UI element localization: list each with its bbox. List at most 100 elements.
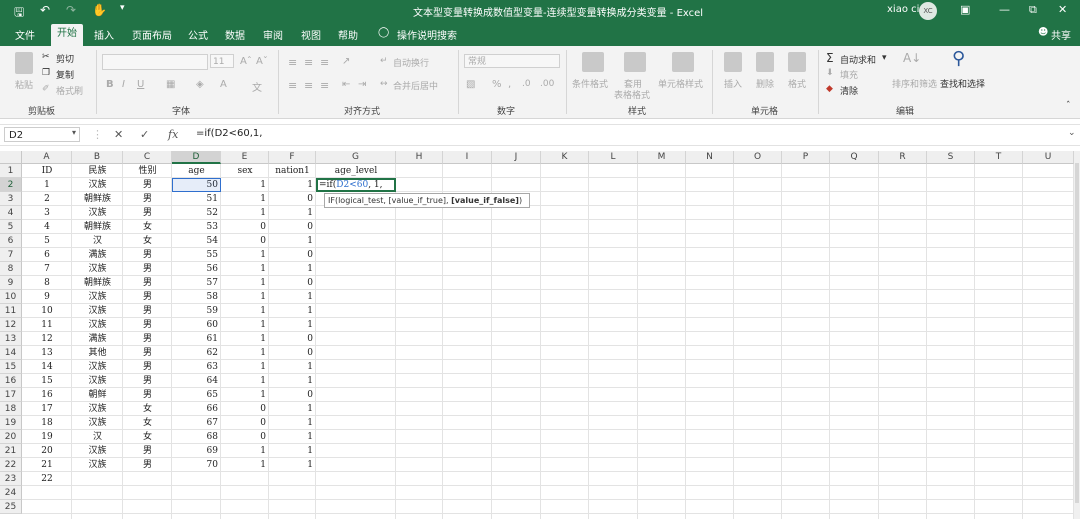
fill-icon[interactable]: ⬇ <box>826 68 834 78</box>
column-header-f[interactable]: F <box>269 151 316 164</box>
cell-c17[interactable]: 男 <box>123 388 172 402</box>
cell-d13[interactable]: 61 <box>172 332 221 346</box>
row-header[interactable]: 5 <box>0 220 22 234</box>
cell-e16[interactable]: 1 <box>221 374 269 388</box>
cell-f4[interactable]: 1 <box>269 206 316 220</box>
italic-icon[interactable]: I <box>122 79 125 90</box>
tab-help[interactable]: 帮助 <box>338 27 358 42</box>
cell-b6[interactable]: 汉 <box>72 234 123 248</box>
column-header-t[interactable]: T <box>975 151 1023 164</box>
font-name-select[interactable] <box>102 54 208 70</box>
column-header-m[interactable]: M <box>638 151 686 164</box>
cell-d21[interactable]: 69 <box>172 444 221 458</box>
cell-a15[interactable]: 14 <box>22 360 72 374</box>
column-header-j[interactable]: J <box>492 151 541 164</box>
tab-data[interactable]: 数据 <box>225 27 245 42</box>
merge-center-button[interactable]: 合并后居中 <box>393 79 438 92</box>
cell-c10[interactable]: 男 <box>123 290 172 304</box>
cell-b18[interactable]: 汉族 <box>72 402 123 416</box>
cell-f14[interactable]: 0 <box>269 346 316 360</box>
search-icon[interactable]: ⚲ <box>952 48 965 69</box>
cell-d15[interactable]: 63 <box>172 360 221 374</box>
cell-b2[interactable]: 汉族 <box>72 178 123 192</box>
find-select-button[interactable]: 查找和选择 <box>940 77 985 90</box>
cell-d20[interactable]: 68 <box>172 430 221 444</box>
enter-formula-icon[interactable]: ✓ <box>140 128 149 141</box>
delete-cells-icon[interactable] <box>756 52 774 72</box>
cell-a20[interactable]: 19 <box>22 430 72 444</box>
cell-e17[interactable]: 1 <box>221 388 269 402</box>
cell-d16[interactable]: 64 <box>172 374 221 388</box>
align-bottom-icon[interactable]: ≡ <box>320 56 329 69</box>
align-left-icon[interactable]: ≡ <box>288 79 297 92</box>
align-center-icon[interactable]: ≡ <box>304 79 313 92</box>
number-format-select[interactable]: 常规 <box>464 54 560 68</box>
outdent-icon[interactable]: ⇥ <box>358 79 366 90</box>
cell-c15[interactable]: 男 <box>123 360 172 374</box>
comma-icon[interactable]: , <box>508 79 511 90</box>
format-as-table-icon[interactable] <box>624 52 646 72</box>
minimize-icon[interactable]: — <box>999 3 1010 16</box>
cell-c11[interactable]: 男 <box>123 304 172 318</box>
cell-d19[interactable]: 67 <box>172 416 221 430</box>
cell-f15[interactable]: 1 <box>269 360 316 374</box>
column-header-l[interactable]: L <box>589 151 638 164</box>
shrink-font-icon[interactable]: Aˇ <box>256 56 268 67</box>
cell-c6[interactable]: 女 <box>123 234 172 248</box>
cell-f6[interactable]: 1 <box>269 234 316 248</box>
tab-view[interactable]: 视图 <box>301 27 321 42</box>
copy-icon[interactable]: ❐ <box>42 68 50 78</box>
cell-d4[interactable]: 52 <box>172 206 221 220</box>
cell-f2[interactable]: 1 <box>269 178 316 192</box>
column-header-n[interactable]: N <box>686 151 734 164</box>
clear-button[interactable]: 清除 <box>840 84 858 97</box>
cell-b11[interactable]: 汉族 <box>72 304 123 318</box>
cell-d1[interactable]: age <box>172 164 221 178</box>
cell-b12[interactable]: 汉族 <box>72 318 123 332</box>
tab-review[interactable]: 审阅 <box>263 27 283 42</box>
autosum-icon[interactable]: Σ <box>826 51 834 65</box>
indent-icon[interactable]: ⇤ <box>342 79 350 90</box>
row-header[interactable]: 25 <box>0 500 22 514</box>
cell-b14[interactable]: 其他 <box>72 346 123 360</box>
cell-f9[interactable]: 0 <box>269 276 316 290</box>
cell-e8[interactable]: 1 <box>221 262 269 276</box>
tab-page-layout[interactable]: 页面布局 <box>132 27 172 42</box>
row-header[interactable]: 7 <box>0 248 22 262</box>
cell-b15[interactable]: 汉族 <box>72 360 123 374</box>
cell-a9[interactable]: 8 <box>22 276 72 290</box>
customize-toolbar-icon[interactable]: ▾ <box>120 3 125 13</box>
maximize-icon[interactable]: ⧉ <box>1029 3 1037 17</box>
row-header[interactable]: 19 <box>0 416 22 430</box>
cell-d17[interactable]: 65 <box>172 388 221 402</box>
cell-a13[interactable]: 12 <box>22 332 72 346</box>
row-header[interactable]: 8 <box>0 262 22 276</box>
cell-e2[interactable]: 1 <box>221 178 269 192</box>
cell-styles-icon[interactable] <box>672 52 694 72</box>
cell-g1[interactable]: age_level <box>316 164 396 178</box>
cell-a19[interactable]: 18 <box>22 416 72 430</box>
grow-font-icon[interactable]: Aˆ <box>240 56 252 67</box>
cell-d7[interactable]: 55 <box>172 248 221 262</box>
bold-icon[interactable]: B <box>106 79 114 90</box>
row-header[interactable]: 22 <box>0 458 22 472</box>
cell-d14[interactable]: 62 <box>172 346 221 360</box>
cell-d6[interactable]: 54 <box>172 234 221 248</box>
share-button[interactable]: 共享 <box>1051 27 1071 42</box>
cell-f11[interactable]: 1 <box>269 304 316 318</box>
cell-a21[interactable]: 20 <box>22 444 72 458</box>
increase-decimal-icon[interactable]: .0 <box>522 79 531 89</box>
font-color-icon[interactable]: A <box>220 79 227 90</box>
cut-icon[interactable]: ✂ <box>42 52 50 62</box>
cell-b1[interactable]: 民族 <box>72 164 123 178</box>
cell-b9[interactable]: 朝鲜族 <box>72 276 123 290</box>
row-header[interactable]: 18 <box>0 402 22 416</box>
cell-c22[interactable]: 男 <box>123 458 172 472</box>
cell-a12[interactable]: 11 <box>22 318 72 332</box>
column-header-i[interactable]: I <box>443 151 492 164</box>
undo-icon[interactable]: ↶ <box>40 3 50 17</box>
cell-b22[interactable]: 汉族 <box>72 458 123 472</box>
decrease-decimal-icon[interactable]: .00 <box>540 79 554 89</box>
merge-icon[interactable]: ↔ <box>380 79 388 89</box>
ribbon-display-icon[interactable]: ▣ <box>960 3 970 16</box>
